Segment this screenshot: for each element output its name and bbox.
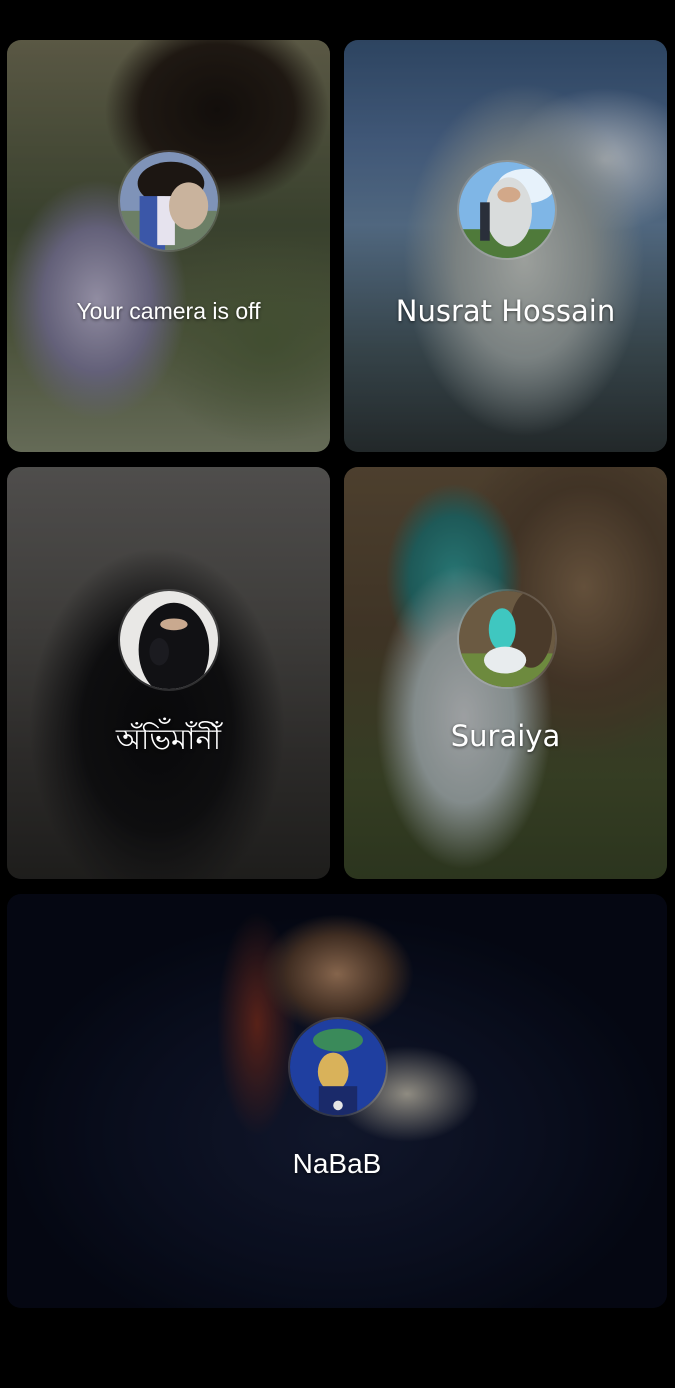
participant-tile[interactable]: Suraiya [344,467,667,879]
participant-tile[interactable]: অঁভিঁমাঁনীঁ [7,467,330,879]
participant-name: Your camera is off [76,298,261,324]
user-avatar-icon [288,1017,388,1117]
participant-tile[interactable]: Nusrat Hossain [344,40,667,452]
user-avatar-icon [118,589,220,691]
participant-name: Nusrat Hossain [395,294,616,328]
participant-name: অঁভিঁমাঁনীঁ [115,722,222,756]
participant-tile-self[interactable]: Your camera is off [7,40,330,452]
participant-name: NaBaB [292,1148,382,1179]
participant-tile[interactable]: NaBaB [7,894,667,1308]
user-avatar-icon [118,150,220,252]
user-avatar-icon [457,589,557,689]
participant-name: Suraiya [450,719,561,753]
user-avatar-icon [457,160,557,260]
